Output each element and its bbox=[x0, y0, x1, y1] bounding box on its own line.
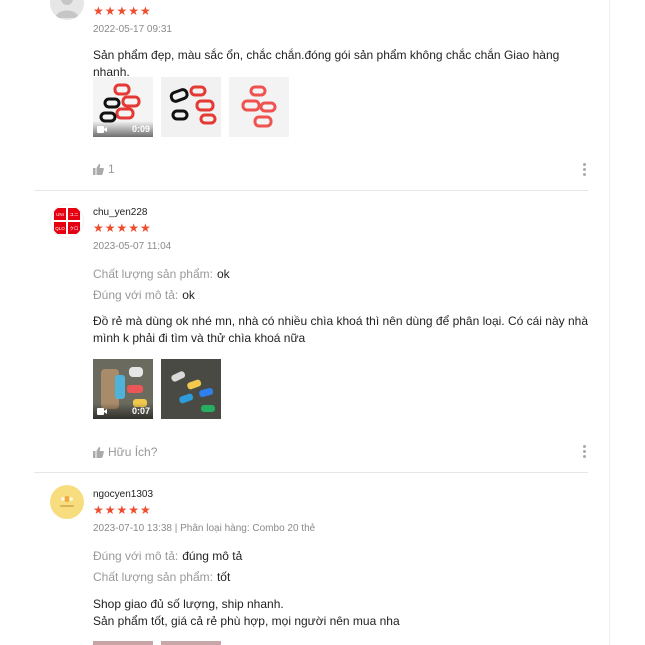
attribute-value: ok bbox=[216, 267, 230, 281]
rating-stars: ★★★★★ bbox=[93, 221, 152, 235]
review-image-thumbnail[interactable] bbox=[229, 77, 289, 137]
attribute-label: Chất lượng sản phẩm: bbox=[93, 267, 213, 281]
avatar-logo-text: UNI bbox=[56, 212, 64, 217]
rating-stars: ★★★★★ bbox=[93, 503, 152, 517]
review-image-thumbnail[interactable] bbox=[161, 641, 221, 645]
attribute-value: tốt bbox=[216, 570, 231, 584]
review-attribute: Đúng với mô tả: đúng mô tả bbox=[93, 549, 242, 563]
thumbs-up-icon bbox=[93, 446, 104, 458]
reviewer-username[interactable]: ngocyen1303 bbox=[93, 489, 153, 500]
review-image-thumbnail[interactable] bbox=[161, 77, 221, 137]
like-count: 1 bbox=[108, 162, 115, 176]
rating-stars: ★★★★★ bbox=[93, 4, 152, 18]
review-item: ngocyen1303 ★★★★★ 2023-07-10 13:38 | Phâ… bbox=[34, 473, 588, 645]
attribute-value: đúng mô tả bbox=[182, 549, 243, 563]
keychain-tags-image bbox=[169, 85, 217, 125]
review-attribute: Đúng với mô tả: ok bbox=[93, 288, 195, 302]
video-camera-icon bbox=[97, 126, 107, 133]
review-text: Đồ rẻ mà dùng ok nhé mn, nhà có nhiều ch… bbox=[93, 314, 589, 345]
video-duration: 0:09 bbox=[131, 124, 150, 134]
review-item: ★★★★★ 2022-05-17 09:31 Sản phẩm đẹp, màu… bbox=[34, 0, 588, 190]
review-attribute: Chất lượng sản phẩm: tốt bbox=[93, 570, 230, 584]
avatar[interactable]: UNI ユニ QLO クロ bbox=[50, 204, 84, 238]
review-video-thumbnail[interactable]: 0:09 bbox=[93, 77, 153, 137]
review-image-thumbnail[interactable] bbox=[161, 359, 221, 419]
helpful-button[interactable]: Hữu Ích? bbox=[93, 445, 157, 459]
video-duration: 0:07 bbox=[131, 406, 150, 416]
helpful-label: Hữu Ích? bbox=[108, 445, 158, 459]
review-media bbox=[93, 641, 221, 645]
more-vertical-icon[interactable] bbox=[583, 163, 587, 178]
flower-logo-avatar bbox=[60, 496, 74, 507]
avatar[interactable] bbox=[50, 0, 84, 20]
review-image-thumbnail[interactable] bbox=[93, 641, 153, 645]
review-date: 2022-05-17 09:31 bbox=[93, 24, 172, 35]
review-text: Sản phẩm đẹp, màu sắc ổn, chắc chắn.đóng… bbox=[93, 48, 560, 79]
thumbs-up-icon bbox=[93, 163, 104, 175]
review-date: 2023-05-07 11:04 bbox=[93, 241, 172, 252]
more-vertical-icon[interactable] bbox=[583, 445, 587, 460]
attribute-label: Chất lượng sản phẩm: bbox=[93, 570, 213, 584]
avatar[interactable] bbox=[50, 485, 84, 519]
attribute-value: ok bbox=[182, 288, 195, 302]
review-media: 0:07 bbox=[93, 359, 221, 419]
reviewer-username[interactable]: chu_yen228 bbox=[93, 207, 148, 218]
uniqlo-logo-avatar: UNI ユニ QLO クロ bbox=[54, 208, 80, 234]
review-media: 0:09 bbox=[93, 77, 289, 137]
like-button[interactable]: 1 bbox=[93, 162, 115, 176]
keychain-tags-image bbox=[161, 359, 221, 419]
review-text: Shop giao đủ số lượng, ship nhanh. Sản p… bbox=[93, 597, 400, 628]
review-item: UNI ユニ QLO クロ chu_yen228 ★★★★★ 2023-05-0… bbox=[34, 191, 588, 472]
review-date-variant: 2023-07-10 13:38 | Phân loại hàng: Combo… bbox=[93, 523, 316, 534]
keychain-tags-image bbox=[241, 85, 277, 128]
video-camera-icon bbox=[97, 408, 107, 415]
attribute-label: Đúng với mô tả: bbox=[93, 549, 179, 563]
review-video-thumbnail[interactable]: 0:07 bbox=[93, 359, 153, 419]
review-attribute: Chất lượng sản phẩm: ok bbox=[93, 267, 230, 281]
page-right-border bbox=[609, 0, 610, 645]
avatar-logo-text: ユニ bbox=[70, 212, 79, 217]
default-avatar-icon bbox=[55, 0, 79, 18]
avatar-logo-text: QLO bbox=[55, 226, 65, 231]
attribute-label: Đúng với mô tả: bbox=[93, 288, 179, 302]
